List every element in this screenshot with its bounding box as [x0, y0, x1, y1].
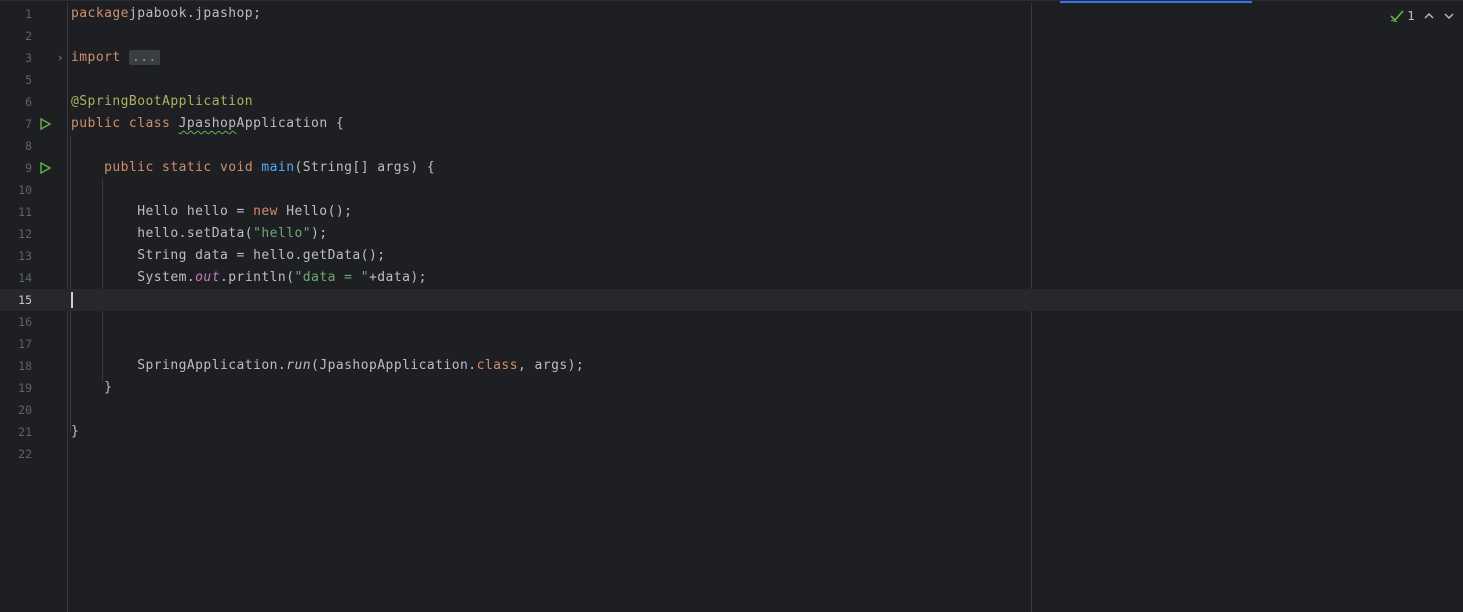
line-number: 17 [18, 337, 32, 351]
line-number: 16 [18, 315, 32, 329]
chevron-up-icon[interactable] [1423, 10, 1435, 22]
check-icon [1390, 10, 1404, 22]
code-area[interactable]: 1 packagejpabook.jpashop; 2 3 › import ... 5 6 @… [0, 3, 1463, 465]
code-token: } [71, 424, 80, 439]
code-token: main [261, 160, 295, 175]
line-number: 1 [25, 7, 32, 21]
code-text[interactable]: Hello hello = new Hello(); [71, 201, 352, 223]
line-number: 7 [25, 117, 32, 131]
code-text[interactable]: public static void main(String[] args) { [71, 157, 435, 179]
fold-chevron-icon[interactable]: › [57, 47, 64, 69]
code-text[interactable]: } [71, 421, 79, 443]
code-line[interactable]: 20 [0, 399, 1463, 421]
code-token: "data = " [294, 270, 369, 285]
code-line[interactable]: 14 System.out.println("data = "+data); [0, 267, 1463, 289]
line-number: 6 [25, 95, 32, 109]
code-line[interactable]: 10 [0, 179, 1463, 201]
code-line[interactable]: 12 hello.setData("hello"); [0, 223, 1463, 245]
code-token: import [71, 50, 121, 65]
folded-imports[interactable]: ... [128, 50, 160, 65]
code-token: ); [311, 226, 328, 241]
line-number: 14 [18, 271, 32, 285]
code-token: new [253, 204, 287, 219]
code-token: Jpashop [178, 116, 237, 131]
line-number: 15 [18, 293, 32, 307]
code-token: .println( [220, 270, 295, 285]
code-line-current[interactable]: 15 [0, 289, 1463, 311]
code-token: jpabook.jpashop; [128, 6, 262, 21]
code-token: Application { [236, 116, 345, 131]
code-token: out [195, 270, 220, 285]
code-line[interactable]: 6 @SpringBootApplication [0, 91, 1463, 113]
code-token: run [286, 358, 312, 373]
code-line[interactable]: 5 [0, 69, 1463, 91]
code-line[interactable]: 16 [0, 311, 1463, 333]
code-token: public class [71, 116, 179, 131]
code-text[interactable]: @SpringBootApplication [71, 91, 253, 113]
code-token: class [476, 358, 518, 373]
code-text[interactable]: } [71, 377, 112, 399]
code-line[interactable]: 8 [0, 135, 1463, 157]
code-token: hello.setData( [71, 226, 254, 241]
code-token: @SpringBootApplication [71, 94, 254, 109]
code-token: package [71, 6, 129, 21]
code-token: "hello" [253, 226, 312, 241]
code-line[interactable]: 1 packagejpabook.jpashop; [0, 3, 1463, 25]
inspection-status[interactable]: 1 [1390, 9, 1415, 23]
line-number: 13 [18, 249, 32, 263]
line-number: 12 [18, 227, 32, 241]
run-gutter-icon[interactable] [38, 162, 52, 174]
line-number: 21 [18, 425, 32, 439]
code-token: +data); [369, 270, 427, 285]
line-number: 5 [25, 73, 32, 87]
inspection-widget[interactable]: 1 [1390, 7, 1455, 25]
line-number: 2 [25, 29, 32, 43]
code-editor[interactable]: 1 packagejpabook.jpashop; 2 3 › import ... 5 6 @… [0, 0, 1463, 612]
line-number: 19 [18, 381, 32, 395]
line-number: 22 [18, 447, 32, 461]
line-number: 11 [18, 205, 32, 219]
line-number: 18 [18, 359, 32, 373]
code-token: SpringApplication. [71, 358, 287, 373]
code-line[interactable]: 18 SpringApplication.run(JpashopApplicat… [0, 355, 1463, 377]
text-caret [71, 292, 73, 308]
line-number: 10 [18, 183, 32, 197]
code-text[interactable]: packagejpabook.jpashop; [71, 3, 261, 25]
code-text[interactable]: hello.setData("hello"); [71, 223, 328, 245]
inspection-count: 1 [1407, 9, 1415, 23]
code-text[interactable]: System.out.println("data = "+data); [71, 267, 427, 289]
code-line[interactable]: 19 } [0, 377, 1463, 399]
line-number: 3 [25, 51, 32, 65]
code-token: public static void [104, 160, 262, 175]
run-gutter-icon[interactable] [38, 118, 52, 130]
code-token: (String[] args) { [294, 160, 436, 175]
code-line[interactable]: 2 [0, 25, 1463, 47]
code-token: System. [71, 270, 196, 285]
line-number: 8 [25, 139, 32, 153]
code-text[interactable]: SpringApplication.run(JpashopApplication… [71, 355, 584, 377]
code-token: Hello(); [286, 204, 353, 219]
code-line[interactable]: 21} [0, 421, 1463, 443]
chevron-down-icon[interactable] [1443, 10, 1455, 22]
code-line[interactable]: 17 [0, 333, 1463, 355]
code-token: (JpashopApplication. [311, 358, 477, 373]
code-token: } [71, 380, 113, 395]
code-line[interactable]: 22 [0, 443, 1463, 465]
code-token: Hello hello = [71, 204, 254, 219]
code-line[interactable]: 13 String data = hello.getData(); [0, 245, 1463, 267]
code-line[interactable]: 3 › import ... [0, 47, 1463, 69]
line-number: 20 [18, 403, 32, 417]
code-text[interactable]: String data = hello.getData(); [71, 245, 386, 267]
line-number: 9 [25, 161, 32, 175]
code-text[interactable]: public class JpashopApplication { [71, 113, 344, 135]
code-line[interactable]: 7 public class JpashopApplication { [0, 113, 1463, 135]
code-token: String data = hello.getData(); [71, 248, 386, 263]
code-line[interactable]: 9 public static void main(String[] args)… [0, 157, 1463, 179]
code-text[interactable]: import ... [71, 47, 160, 69]
code-line[interactable]: 11 Hello hello = new Hello(); [0, 201, 1463, 223]
code-token: , args); [517, 358, 585, 373]
